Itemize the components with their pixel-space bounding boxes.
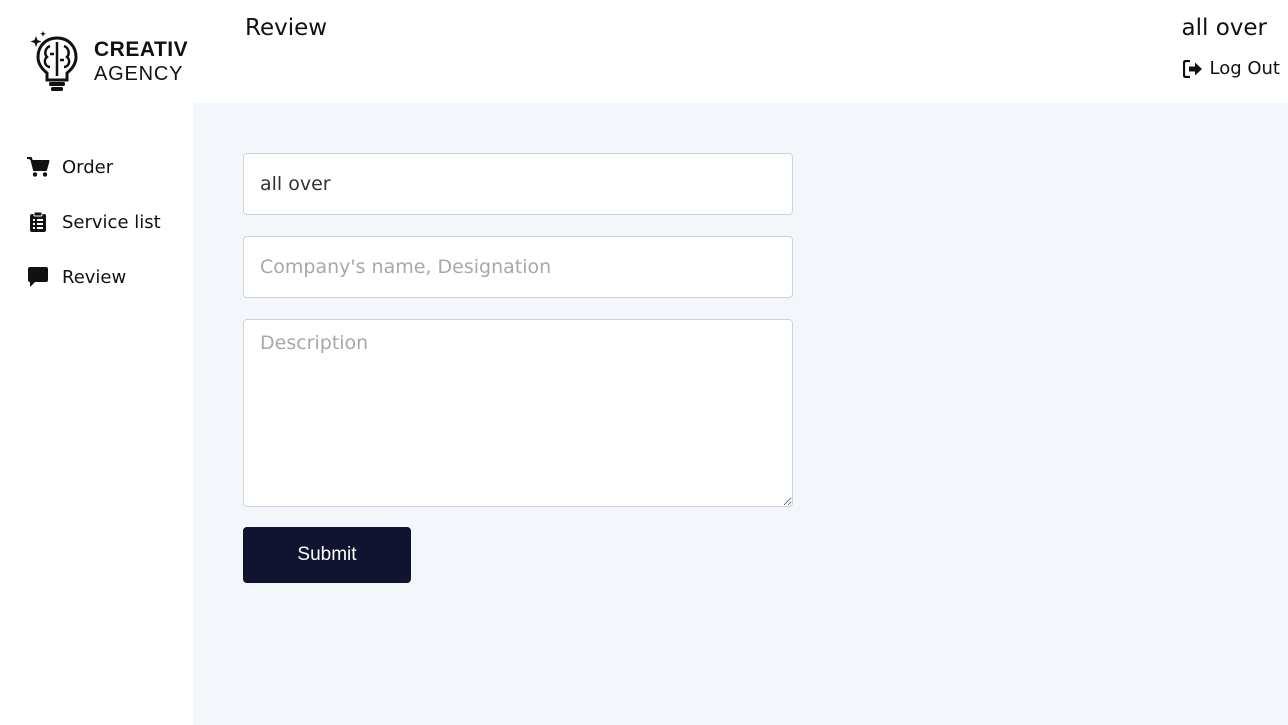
cart-icon <box>26 155 50 179</box>
main-content: Submit <box>193 103 1288 725</box>
logout-label: Log Out <box>1209 58 1280 79</box>
sidebar-item-label: Review <box>62 266 127 288</box>
clipboard-icon <box>26 210 50 234</box>
header: Review all over Log Out <box>193 0 1288 103</box>
sidebar-nav: Order Service list Review <box>26 150 161 315</box>
logout-button[interactable]: Log Out <box>1183 58 1280 79</box>
brain-bulb-icon <box>30 31 78 91</box>
brand-name: CREATIV <box>94 37 189 61</box>
sidebar-item-service-list[interactable]: Service list <box>26 205 161 239</box>
sidebar-item-label: Service list <box>62 211 161 233</box>
sign-out-icon <box>1183 59 1203 79</box>
user-name: all over <box>1181 15 1267 41</box>
company-designation-input[interactable] <box>243 236 793 298</box>
name-input[interactable] <box>243 153 793 215</box>
brand-logo[interactable]: CREATIV AGENCY <box>28 30 188 92</box>
sidebar-item-label: Order <box>62 156 114 178</box>
description-textarea[interactable] <box>243 319 793 507</box>
submit-button[interactable]: Submit <box>243 527 411 583</box>
brand-subtitle: AGENCY <box>94 62 184 85</box>
app: CREATIV AGENCY Order Service list Review… <box>0 0 1288 725</box>
sidebar-item-review[interactable]: Review <box>26 260 161 294</box>
review-form: Submit <box>243 153 793 583</box>
sidebar: CREATIV AGENCY Order Service list Review <box>0 0 193 725</box>
page-title: Review <box>245 15 328 41</box>
sidebar-item-order[interactable]: Order <box>26 150 161 184</box>
comment-icon <box>26 265 50 289</box>
